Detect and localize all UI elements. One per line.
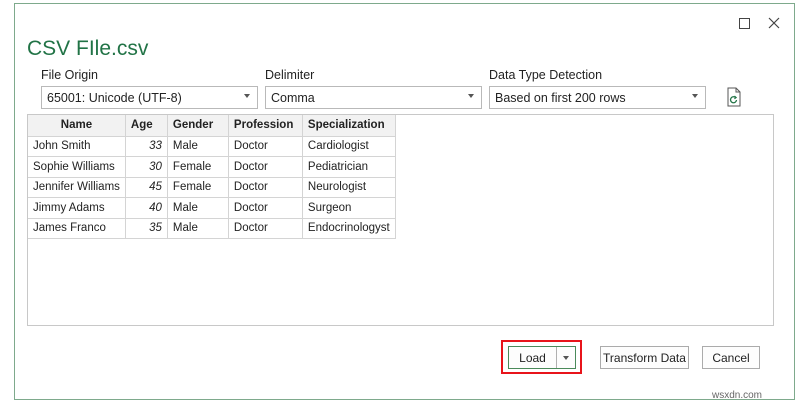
load-button[interactable]: Load xyxy=(509,347,557,368)
cell-specialization: Endocrinologyst xyxy=(301,217,396,239)
chevron-down-icon xyxy=(563,355,569,360)
cell-profession: Doctor xyxy=(227,156,303,178)
chevron-down-icon xyxy=(692,94,698,98)
cell-name: Sophie Williams xyxy=(28,156,126,178)
cell-gender: Male xyxy=(166,217,229,239)
refresh-file-icon[interactable] xyxy=(726,87,742,107)
cell-profession: Doctor xyxy=(227,217,303,239)
chevron-down-icon xyxy=(468,94,474,98)
cell-age: 45 xyxy=(124,176,168,198)
cell-specialization: Surgeon xyxy=(301,197,396,219)
cell-age: 40 xyxy=(124,197,168,219)
table-row: Jimmy Adams 40 Male Doctor Surgeon xyxy=(28,197,396,219)
detection-label: Data Type Detection xyxy=(489,68,603,82)
cell-name: Jennifer Williams xyxy=(28,176,126,198)
cell-gender: Male xyxy=(166,197,229,219)
file-origin-value: 65001: Unicode (UTF-8) xyxy=(47,90,182,105)
preview-table: Name Age Gender Profession Specializatio… xyxy=(28,115,396,239)
cancel-button[interactable]: Cancel xyxy=(702,346,760,369)
watermark-text: wsxdn.com xyxy=(712,390,763,401)
cell-specialization: Cardiologist xyxy=(301,135,396,157)
cell-age: 30 xyxy=(124,156,168,178)
table-header-row: Name Age Gender Profession Specializatio… xyxy=(28,115,396,137)
cell-profession: Doctor xyxy=(227,197,303,219)
delimiter-select[interactable]: Comma xyxy=(265,86,482,109)
chevron-down-icon xyxy=(244,94,250,98)
table-row: Sophie Williams 30 Female Doctor Pediatr… xyxy=(28,156,396,178)
column-header-profession: Profession xyxy=(227,115,303,137)
maximize-icon[interactable] xyxy=(735,14,753,32)
detection-value: Based on first 200 rows xyxy=(495,90,626,105)
column-header-name: Name xyxy=(28,115,126,137)
cell-name: Jimmy Adams xyxy=(28,197,126,219)
load-split-button: Load xyxy=(508,346,576,369)
cell-age: 33 xyxy=(124,135,168,157)
column-header-gender: Gender xyxy=(166,115,229,137)
cell-profession: Doctor xyxy=(227,135,303,157)
load-dropdown-button[interactable] xyxy=(557,347,575,368)
detection-select[interactable]: Based on first 200 rows xyxy=(489,86,706,109)
delimiter-value: Comma xyxy=(271,90,315,105)
cell-specialization: Neurologist xyxy=(301,176,396,198)
cell-gender: Male xyxy=(166,135,229,157)
cell-specialization: Pediatrician xyxy=(301,156,396,178)
table-row: John Smith 33 Male Doctor Cardiologist xyxy=(28,135,396,157)
table-row: James Franco 35 Male Doctor Endocrinolog… xyxy=(28,217,396,239)
delimiter-label: Delimiter xyxy=(265,68,315,82)
cell-gender: Female xyxy=(166,156,229,178)
data-preview-pane: Name Age Gender Profession Specializatio… xyxy=(27,114,774,326)
dialog-title: CSV FIle.csv xyxy=(27,37,149,60)
column-header-age: Age xyxy=(124,115,168,137)
close-icon[interactable] xyxy=(765,14,783,32)
file-origin-label: File Origin xyxy=(41,68,98,82)
cell-gender: Female xyxy=(166,176,229,198)
cell-age: 35 xyxy=(124,217,168,239)
transform-data-button[interactable]: Transform Data xyxy=(600,346,689,369)
cell-profession: Doctor xyxy=(227,176,303,198)
table-row: Jennifer Williams 45 Female Doctor Neuro… xyxy=(28,176,396,198)
cell-name: James Franco xyxy=(28,217,126,239)
cell-name: John Smith xyxy=(28,135,126,157)
file-origin-select[interactable]: 65001: Unicode (UTF-8) xyxy=(41,86,258,109)
column-header-specialization: Specialization xyxy=(301,115,396,137)
